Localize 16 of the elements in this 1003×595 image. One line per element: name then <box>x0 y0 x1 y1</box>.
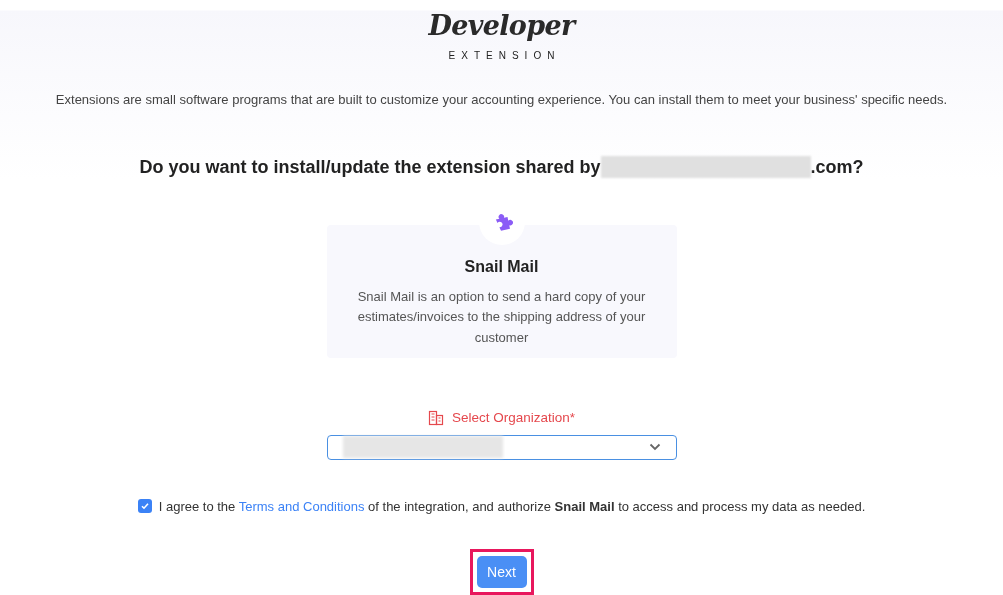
logo: Developer <box>428 10 575 42</box>
consent-text: I agree to the Terms and Conditions of the integration, and authorize Snail Mail to access and process my data as needed. <box>158 497 866 516</box>
consent-checkbox[interactable] <box>137 499 152 514</box>
intro-text: Extensions are small software programs that are built to customize your accounting experience. You can install them to meet your business' specific needs. <box>55 91 948 109</box>
terms-link[interactable]: Terms and Conditions <box>238 498 365 514</box>
question-heading: Do you want to install/update the extension shared by <box>139 155 601 179</box>
check-icon <box>139 501 150 512</box>
question-heading-end: .com? <box>810 155 864 179</box>
chevron-down-icon <box>648 443 661 452</box>
extension-description: Snail Mail is an option to send a hard copy of your estimates/invoices to the shipping address of your customer <box>356 287 647 347</box>
building-icon <box>427 410 444 427</box>
logo-subtitle: EXTENSION <box>447 49 561 63</box>
extension-name: Snail Mail <box>464 256 539 277</box>
next-button[interactable]: Next <box>476 556 527 588</box>
organization-select[interactable] <box>326 435 677 460</box>
organization-label: Select Organization* <box>451 409 576 427</box>
